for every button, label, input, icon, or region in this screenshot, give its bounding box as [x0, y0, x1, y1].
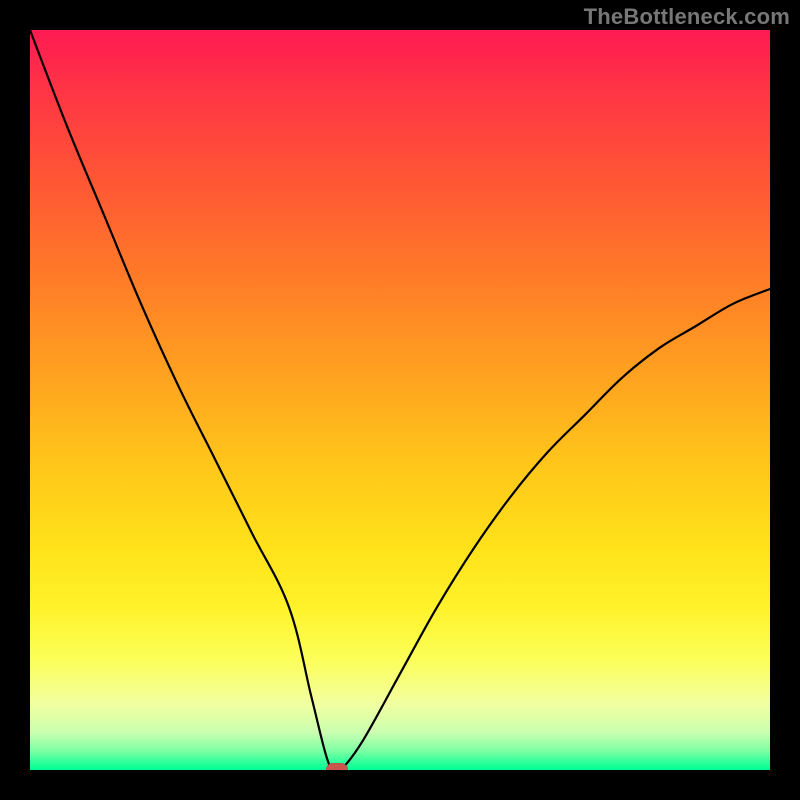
optimum-marker	[326, 763, 348, 770]
bottleneck-curve	[30, 30, 770, 770]
plot-area	[30, 30, 770, 770]
watermark-text: TheBottleneck.com	[584, 4, 790, 30]
chart-frame: TheBottleneck.com	[0, 0, 800, 800]
